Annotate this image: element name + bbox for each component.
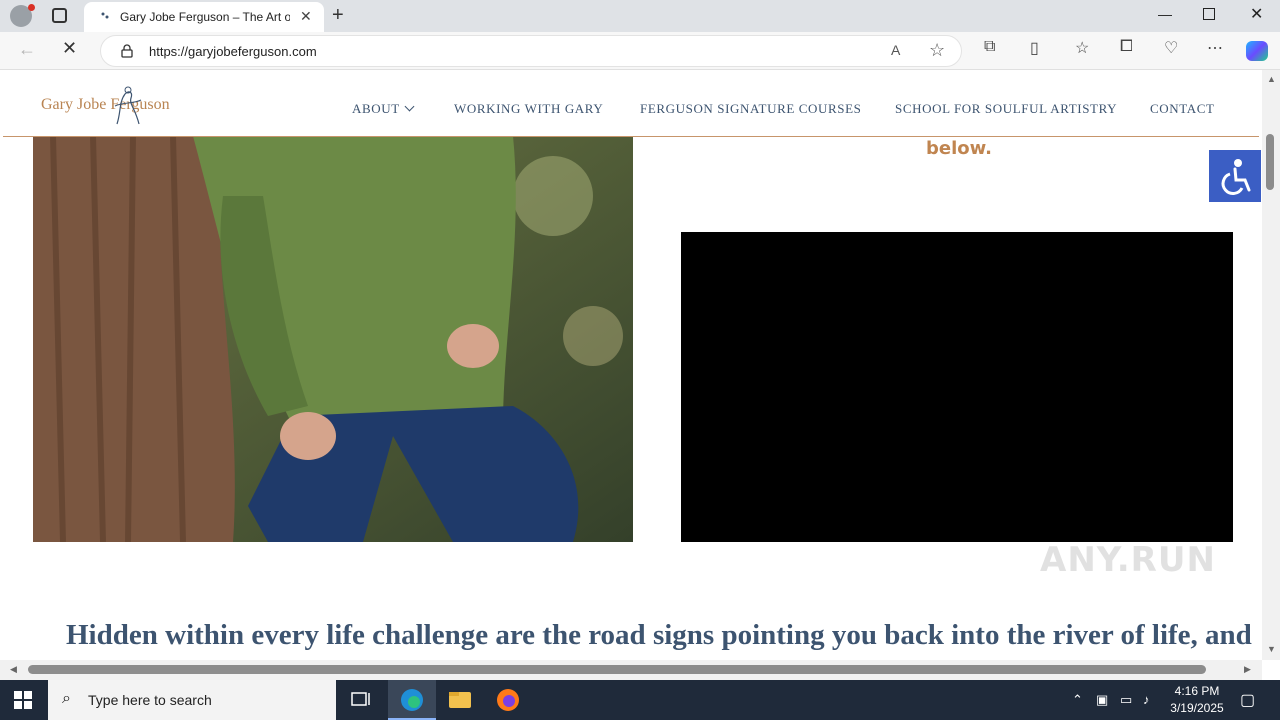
stop-loading-icon[interactable]: ✕ — [62, 38, 77, 59]
read-aloud-icon[interactable]: A — [891, 42, 900, 58]
site-logo[interactable]: Gary Jobe Ferguson — [41, 84, 211, 128]
nav-signature-courses[interactable]: FERGUSON SIGNATURE COURSES — [640, 101, 861, 117]
vertical-scroll-thumb[interactable] — [1266, 134, 1274, 190]
vertical-scrollbar[interactable]: ▲ ▼ — [1262, 70, 1280, 660]
favorites-icon[interactable]: ☆ — [1075, 38, 1089, 58]
lock-icon[interactable] — [121, 44, 133, 58]
task-view-icon[interactable] — [336, 680, 384, 720]
file-explorer-icon[interactable] — [436, 680, 484, 720]
tray-overflow-chevron-icon[interactable]: ⌃ — [1072, 692, 1083, 708]
section-headline: Hidden within every life challenge are t… — [66, 619, 1252, 651]
horizontal-scrollbar[interactable]: ◀ ▶ — [0, 660, 1262, 680]
browser-tab-active[interactable]: Gary Jobe Ferguson – The Art of ✕ — [84, 2, 324, 32]
meet-now-icon[interactable]: ▣ — [1096, 692, 1108, 708]
tab-actions-icon[interactable] — [52, 8, 67, 23]
volume-icon[interactable]: ♪ — [1143, 692, 1150, 707]
search-icon: ⌕ — [62, 690, 71, 707]
window-close-button[interactable]: ✕ — [1250, 4, 1263, 24]
windows-taskbar: ⌕ Type here to search ⌃ ▣ ▭ ♪ 4:16 PM 3/… — [0, 680, 1280, 720]
logo-figures-icon — [114, 86, 142, 125]
accessibility-icon — [1221, 159, 1251, 196]
nav-working-with-gary[interactable]: WORKING WITH GARY — [454, 101, 603, 117]
chevron-down-icon — [404, 101, 415, 112]
taskbar-clock[interactable]: 4:16 PM 3/19/2025 — [1162, 683, 1232, 717]
site-favicon-icon — [101, 12, 109, 19]
extensions-icon[interactable]: ⧉ — [984, 38, 995, 56]
favorite-star-icon[interactable]: ☆ — [929, 40, 945, 61]
new-tab-button[interactable]: + — [332, 4, 344, 27]
nav-contact[interactable]: CONTACT — [1150, 101, 1215, 117]
taskbar-search-placeholder: Type here to search — [88, 692, 212, 708]
horizontal-scroll-thumb[interactable] — [28, 665, 1206, 674]
notification-dot-icon — [28, 4, 35, 11]
nav-soulful-artistry[interactable]: SCHOOL FOR SOULFUL ARTISTRY — [895, 101, 1117, 117]
collections-icon[interactable]: ⧠ — [1120, 38, 1133, 56]
windows-start-icon[interactable] — [14, 691, 32, 709]
tab-close-icon[interactable]: ✕ — [300, 8, 312, 25]
portrait-photo — [33, 136, 633, 542]
firefox-app-icon[interactable] — [484, 680, 532, 720]
anyrun-watermark: ANY.RUN — [1040, 540, 1216, 580]
clock-time: 4:16 PM — [1174, 684, 1220, 698]
scroll-up-icon[interactable]: ▲ — [1267, 74, 1276, 84]
nav-about[interactable]: ABOUT — [352, 101, 415, 117]
nav-about-label: ABOUT — [352, 101, 400, 116]
network-icon[interactable]: ▭ — [1120, 692, 1132, 708]
split-screen-icon[interactable]: ▯ — [1030, 38, 1039, 58]
scroll-right-icon[interactable]: ▶ — [1244, 664, 1251, 675]
browser-tab-strip: Gary Jobe Ferguson – The Art of ✕ + — ✕ — [0, 0, 1280, 32]
tab-title: Gary Jobe Ferguson – The Art of — [120, 10, 290, 24]
clock-date: 3/19/2025 — [1170, 701, 1224, 715]
back-arrow-icon[interactable]: ← — [18, 39, 36, 60]
logo-text: Gary Jobe Ferguson — [41, 96, 170, 113]
scroll-left-icon[interactable]: ◀ — [10, 664, 17, 675]
edge-app-icon[interactable] — [388, 680, 436, 720]
window-minimize-button[interactable]: — — [1158, 6, 1172, 22]
copilot-icon[interactable] — [1246, 41, 1268, 61]
portrait-illustration — [33, 136, 633, 542]
taskbar-search-box[interactable]: ⌕ Type here to search — [48, 680, 336, 720]
browser-essentials-icon[interactable]: ♡ — [1164, 38, 1178, 58]
site-header: Gary Jobe Ferguson ABOUT WORKING WITH GA… — [3, 70, 1259, 137]
accessibility-toggle-button[interactable] — [1209, 150, 1261, 202]
notifications-icon[interactable]: ▢ — [1240, 690, 1255, 710]
scroll-down-icon[interactable]: ▼ — [1267, 644, 1276, 654]
window-restore-button[interactable] — [1203, 8, 1215, 20]
address-bar[interactable]: https://garyjobeferguson.com A ☆ — [100, 35, 962, 67]
settings-more-icon[interactable]: ⋯ — [1207, 38, 1223, 58]
section-intro-text: below. — [926, 138, 992, 159]
video-player[interactable] — [681, 232, 1233, 542]
url-text[interactable]: https://garyjobeferguson.com — [149, 44, 317, 59]
